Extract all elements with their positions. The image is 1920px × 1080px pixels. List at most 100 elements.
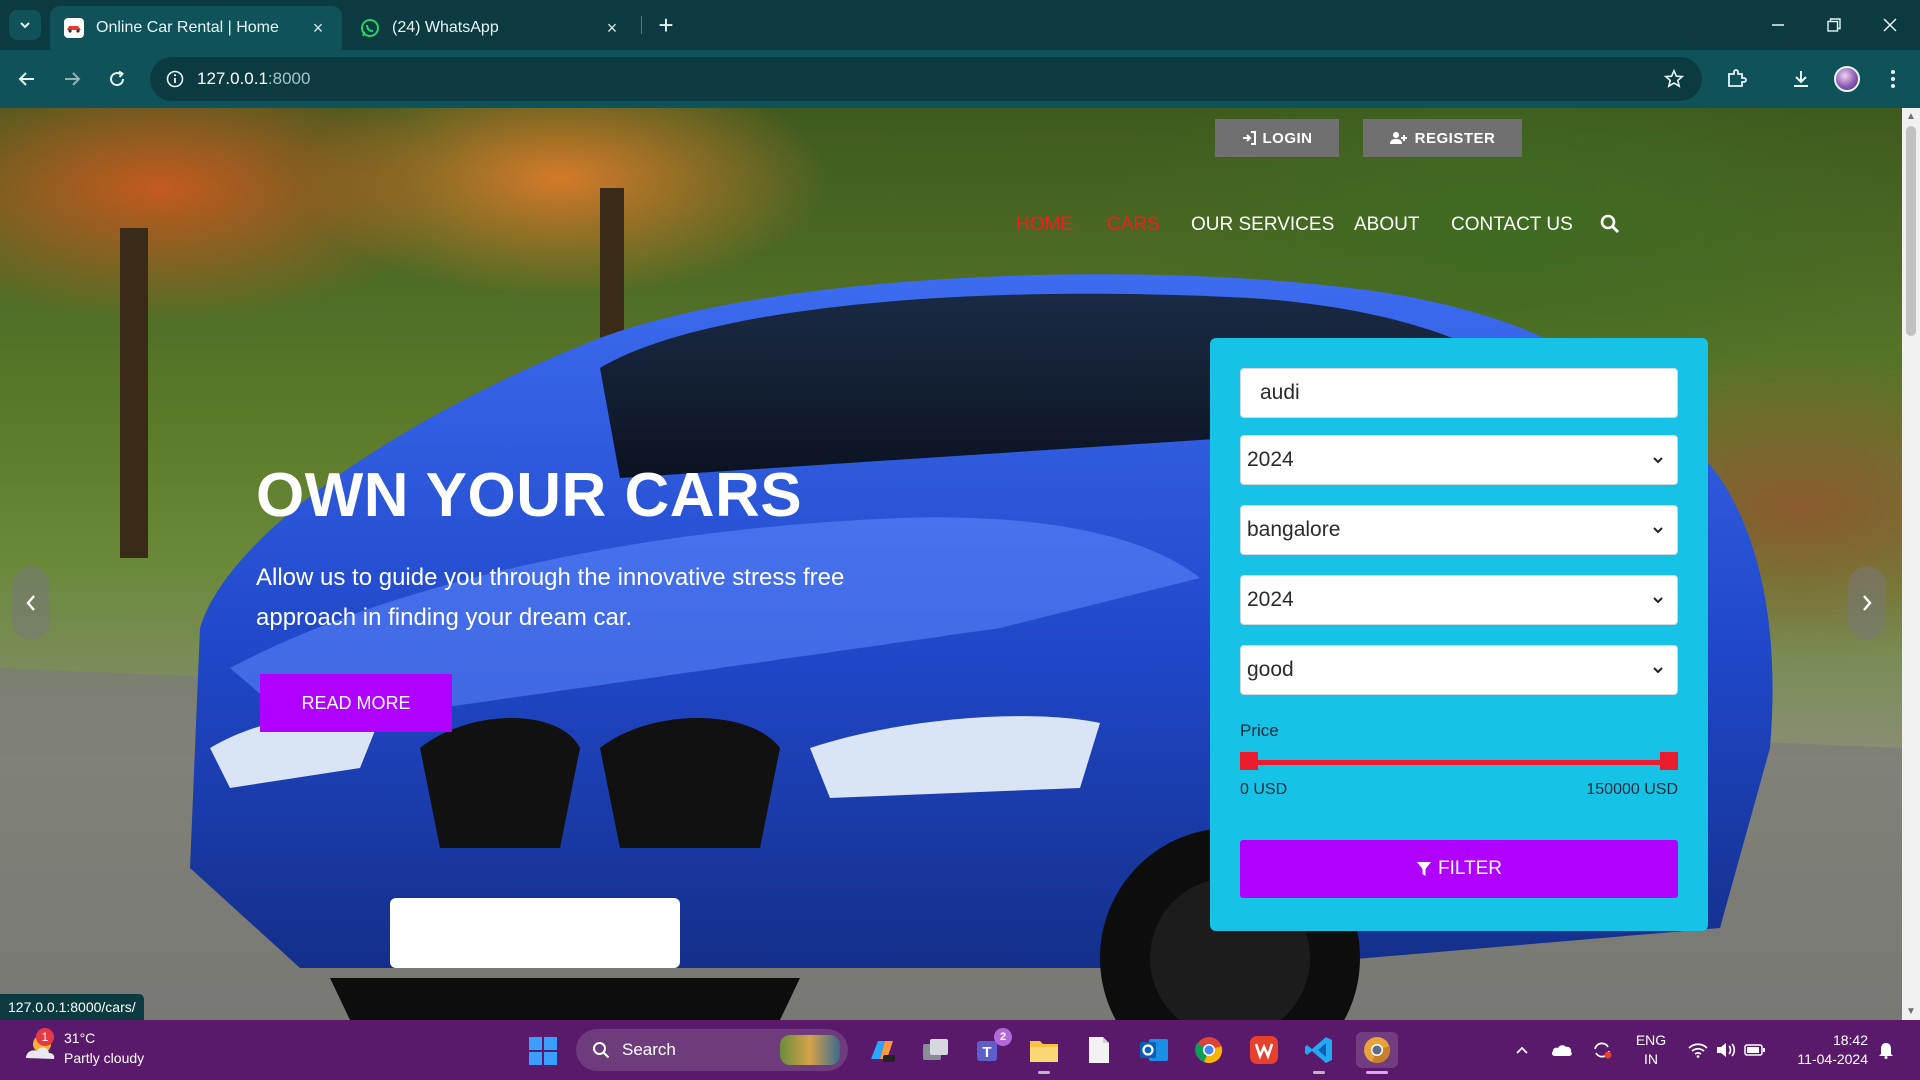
hero-title: OWN YOUR CARS	[256, 461, 803, 530]
wps-office-icon[interactable]	[1246, 1032, 1282, 1068]
close-tab-icon[interactable]: ×	[602, 18, 622, 38]
price-max-handle[interactable]	[1660, 752, 1678, 770]
nav-contact-us[interactable]: CONTACT US	[1451, 214, 1573, 236]
register-label: REGISTER	[1414, 129, 1496, 147]
tab-separator	[641, 16, 642, 34]
teams-icon[interactable]: T 2	[972, 1028, 1012, 1068]
sign-in-icon	[1242, 131, 1256, 145]
weather-temp: 31°C	[64, 1030, 96, 1046]
close-window-button[interactable]	[1862, 0, 1918, 50]
nav-about[interactable]: ABOUT	[1354, 214, 1419, 236]
browser-menu-icon[interactable]	[1876, 62, 1910, 96]
wifi-icon[interactable]	[1684, 1020, 1712, 1080]
car-rental-favicon-icon	[64, 18, 84, 38]
chevron-down-icon	[1653, 457, 1663, 464]
svg-text:T: T	[982, 1044, 991, 1061]
weather-badge: 1	[36, 1028, 54, 1046]
car-filter-panel: audi 2024 bangalore 2024 good Price 0 US…	[1210, 338, 1708, 931]
close-icon	[1883, 18, 1897, 32]
language-line2: IN	[1644, 1051, 1658, 1067]
language-indicator[interactable]: ENG IN	[1630, 1031, 1672, 1069]
copilot-icon[interactable]	[864, 1032, 900, 1068]
arrow-left-icon	[18, 72, 34, 86]
read-more-button[interactable]: READ MORE	[260, 674, 452, 732]
url-text[interactable]: 127.0.0.1:8000	[197, 69, 310, 89]
vscode-icon[interactable]	[1301, 1032, 1337, 1068]
price-range-track[interactable]	[1244, 760, 1670, 765]
notification-bell-icon[interactable]	[1872, 1020, 1900, 1080]
scrollbar-thumb[interactable]	[1906, 126, 1916, 336]
browser-tab-strip: Online Car Rental | Home × (24) WhatsApp…	[0, 0, 1920, 50]
arrow-right-icon	[65, 72, 81, 86]
weather-widget[interactable]: 1 31°C Partly cloudy	[20, 1028, 144, 1068]
tab-title: (24) WhatsApp	[392, 19, 499, 36]
scroll-down-icon[interactable]: ▼	[1906, 1006, 1916, 1017]
price-min-handle[interactable]	[1240, 752, 1258, 770]
condition-select[interactable]: good	[1240, 645, 1678, 695]
active-app-indicator	[1366, 1071, 1388, 1074]
bookmark-star-icon[interactable]	[1662, 67, 1686, 91]
year-select[interactable]: 2024	[1240, 435, 1678, 485]
taskbar-search-box[interactable]: Search	[576, 1029, 848, 1071]
hero-subtitle: Allow us to guide you through the innova…	[256, 564, 845, 631]
next-slide-button[interactable]	[1848, 566, 1886, 640]
nav-our-services[interactable]: OUR SERVICES	[1191, 214, 1334, 236]
profile-avatar[interactable]	[1834, 66, 1860, 92]
search-car-input[interactable]: audi	[1240, 368, 1678, 418]
scroll-up-icon[interactable]: ▲	[1906, 111, 1916, 122]
outlook-icon[interactable]	[1136, 1032, 1172, 1068]
restore-window-button[interactable]	[1806, 0, 1862, 50]
nav-cars[interactable]: CARS	[1107, 214, 1160, 236]
model-year-select[interactable]: 2024	[1240, 575, 1678, 625]
onedrive-cloud-icon[interactable]	[1548, 1020, 1576, 1080]
price-label: Price	[1240, 721, 1279, 740]
notepad-icon[interactable]	[1081, 1032, 1117, 1068]
task-view-icon[interactable]	[918, 1032, 954, 1068]
filter-button-label: FILTER	[1437, 858, 1503, 879]
chrome-canary-icon[interactable]	[1356, 1032, 1398, 1068]
minimize-window-button[interactable]	[1750, 0, 1806, 50]
login-label: LOGIN	[1262, 129, 1313, 147]
address-bar[interactable]: 127.0.0.1:8000	[150, 57, 1702, 101]
city-select-value: bangalore	[1247, 518, 1341, 541]
price-max-value: 150000 USD	[1586, 781, 1678, 798]
login-button[interactable]: LOGIN	[1215, 119, 1339, 157]
close-tab-icon[interactable]: ×	[308, 18, 328, 38]
reload-button[interactable]	[100, 62, 134, 96]
model-year-select-value: 2024	[1247, 588, 1294, 611]
tab-title: Online Car Rental | Home	[96, 19, 279, 36]
chevron-right-icon	[1863, 595, 1872, 611]
register-button[interactable]: REGISTER	[1363, 119, 1522, 157]
chrome-icon[interactable]	[1191, 1032, 1227, 1068]
nav-home[interactable]: HOME	[1016, 214, 1073, 236]
windows-start-icon[interactable]	[528, 1036, 558, 1066]
prev-slide-button[interactable]	[12, 566, 50, 640]
tab-whatsapp[interactable]: (24) WhatsApp ×	[346, 6, 636, 50]
chevron-down-icon	[1653, 597, 1663, 604]
link-status-bubble: 127.0.0.1:8000/cars/	[0, 994, 144, 1020]
new-tab-button[interactable]: +	[651, 10, 681, 40]
file-explorer-icon[interactable]	[1026, 1032, 1062, 1068]
page-scrollbar[interactable]: ▲ ▼	[1902, 108, 1920, 1020]
clock-time: 18:42	[1832, 1032, 1868, 1048]
chevron-down-icon	[20, 22, 30, 29]
sync-icon[interactable]	[1588, 1020, 1616, 1080]
volume-icon[interactable]	[1712, 1020, 1740, 1080]
tab-online-car-rental[interactable]: Online Car Rental | Home ×	[50, 6, 342, 50]
condition-select-value: good	[1247, 658, 1294, 681]
system-clock[interactable]: 18:42 11-04-2024	[1778, 1031, 1868, 1069]
site-info-icon[interactable]	[160, 64, 190, 94]
battery-icon[interactable]	[1740, 1020, 1770, 1080]
download-icon[interactable]	[1784, 62, 1818, 96]
windows-taskbar: 1 31°C Partly cloudy Search T 2 ENG IN 1…	[0, 1020, 1920, 1080]
chevron-down-icon	[1653, 527, 1663, 534]
city-select[interactable]: bangalore	[1240, 505, 1678, 555]
forward-button[interactable]	[55, 62, 89, 96]
teams-badge: 2	[994, 1028, 1012, 1046]
tab-search-button[interactable]	[9, 10, 41, 40]
show-hidden-icons-chevron-up-icon[interactable]	[1510, 1020, 1534, 1080]
extensions-icon[interactable]	[1719, 62, 1753, 96]
back-button[interactable]	[10, 62, 44, 96]
filter-button[interactable]: FILTER	[1240, 840, 1678, 898]
search-icon[interactable]	[1600, 214, 1620, 239]
